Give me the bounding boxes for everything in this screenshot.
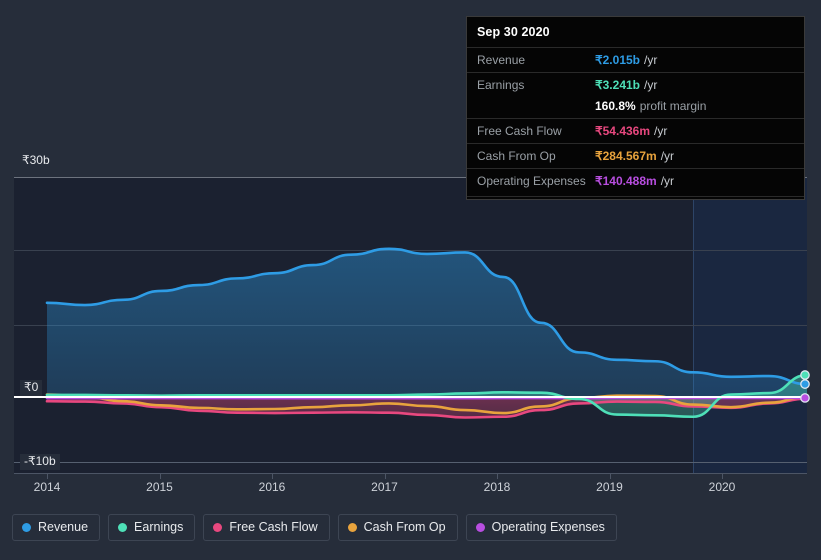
tooltip-row: Operating Expenses ₹140.488m/yr — [467, 168, 804, 193]
tooltip-row: Earnings ₹3.241b/yr — [467, 72, 804, 97]
tooltip-row-subtext: profit margin — [639, 99, 707, 113]
x-axis-label-2017: 2017 — [371, 480, 398, 494]
tooltip-row: Cash From Op ₹284.567m/yr — [467, 143, 804, 168]
x-axis-tick — [47, 473, 48, 479]
legend-color-dot-icon — [118, 523, 128, 532]
tooltip-row-label: Free Cash Flow — [477, 124, 562, 138]
tooltip-row-value: 160.8% — [595, 99, 636, 113]
legend-item-revenue[interactable]: Revenue — [12, 514, 101, 541]
legend-item-label: Earnings — [134, 520, 184, 534]
tooltip-row-label: Earnings — [477, 78, 525, 92]
tooltip-row-value: ₹284.567m — [595, 149, 657, 163]
tooltip-date: Sep 30 2020 — [477, 25, 550, 39]
tooltip-row-value-group: ₹140.488m/yr — [595, 172, 674, 190]
tooltip-row-value: ₹54.436m — [595, 124, 651, 138]
legend-item-operating-expenses[interactable]: Operating Expenses — [465, 514, 617, 541]
tooltip-row: Free Cash Flow ₹54.436m/yr — [467, 118, 804, 143]
x-axis-label-2018: 2018 — [483, 480, 511, 494]
tooltip-bottom-rule — [467, 196, 804, 197]
tooltip-row-value-group: ₹3.241b/yr — [595, 76, 657, 94]
x-axis-label-2020: 2020 — [708, 480, 736, 494]
x-axis-line — [14, 473, 807, 474]
legend-item-label: Operating Expenses — [491, 520, 605, 534]
tooltip-row-value: ₹3.241b — [595, 78, 640, 92]
endpoint-dot-operating-expenses — [800, 393, 810, 403]
x-axis-tick — [384, 473, 386, 479]
tooltip-rows: Revenue ₹2.015b/yr Earnings ₹3.241b/yr 160.8… — [467, 47, 804, 193]
chart-page: ₹30b ₹0 -₹10b 2014 2015 2016 2017 2018 2019 20… — [0, 0, 821, 560]
x-axis-label-2015: 2015 — [146, 480, 173, 494]
legend-item-earnings[interactable]: Earnings — [108, 514, 196, 541]
x-axis-label-2014: 2014 — [33, 480, 61, 494]
chart-endpoint-dots — [800, 370, 810, 403]
tooltip-row-unit: /yr — [644, 53, 658, 67]
chart-plot-area — [14, 177, 810, 473]
tooltip-row-unit: /yr — [660, 174, 675, 188]
tooltip-row-value-group: ₹54.436m/yr — [595, 122, 667, 140]
legend-item-label: Cash From Op — [363, 520, 446, 534]
tooltip-row-value: ₹2.015b — [595, 53, 640, 67]
legend-item-cash-from-op[interactable]: Cash From Op — [337, 514, 458, 541]
tooltip-row-unit: /yr — [660, 149, 675, 163]
tooltip-row-label: Operating Expenses — [477, 174, 586, 188]
legend-color-dot-icon — [347, 523, 357, 532]
chart-tooltip: Sep 30 2020 Revenue ₹2.015b/yr Earnings ₹3.… — [466, 16, 805, 200]
tooltip-row-label: Revenue — [477, 53, 526, 67]
y-axis-label-30b: ₹30b — [18, 153, 54, 169]
tooltip-row-value-group: 160.8% profit margin — [595, 97, 706, 115]
tooltip-row-value: ₹140.488m — [595, 174, 657, 188]
tooltip-row-value-group: ₹284.567m/yr — [595, 147, 674, 165]
legend-item-label: Revenue — [38, 520, 89, 534]
legend-item-free-cash-flow[interactable]: Free Cash Flow — [203, 514, 330, 541]
legend-color-dot-icon — [475, 523, 485, 532]
tooltip-row-unit: /yr — [654, 124, 668, 138]
x-axis-tick — [497, 473, 498, 479]
legend-item-label: Free Cash Flow — [229, 520, 318, 534]
x-axis-tick — [722, 473, 723, 479]
x-axis-tick — [609, 473, 611, 479]
endpoint-dot-revenue — [800, 379, 810, 389]
x-axis-tick — [272, 473, 273, 479]
tooltip-row: 160.8% profit margin — [467, 97, 804, 118]
x-axis-label-2016: 2016 — [258, 480, 286, 494]
tooltip-row-unit: /yr — [644, 78, 658, 92]
endpoint-dot-earnings — [800, 370, 810, 380]
tooltip-row-label: Cash From Op — [477, 149, 556, 163]
tooltip-row: Revenue ₹2.015b/yr — [467, 47, 804, 72]
legend-color-dot-icon — [213, 523, 223, 532]
tooltip-row-value-group: ₹2.015b/yr — [595, 51, 657, 69]
x-axis-tick — [159, 473, 161, 479]
chart-legend: Revenue Earnings Free Cash Flow Cash From O… — [12, 514, 617, 541]
legend-color-dot-icon — [22, 523, 31, 532]
x-axis-label-2019: 2019 — [596, 480, 623, 494]
